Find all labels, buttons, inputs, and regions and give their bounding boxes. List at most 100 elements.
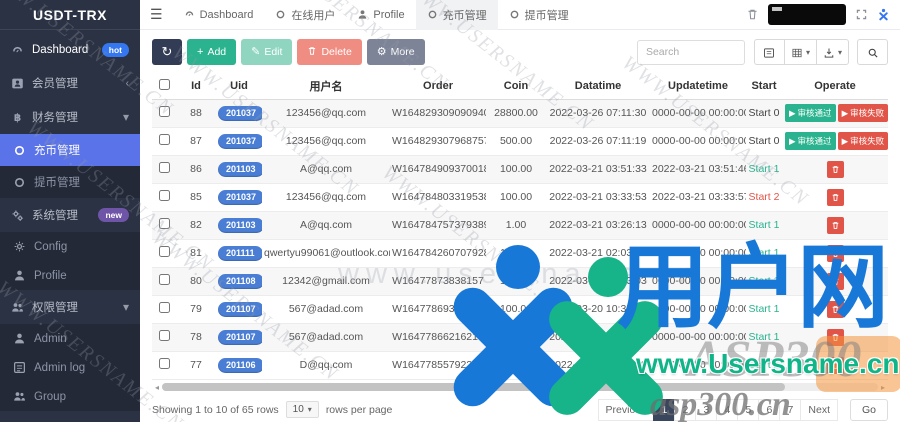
column-header[interactable]: Id: [176, 74, 216, 99]
row-checkbox[interactable]: [159, 274, 170, 285]
fullscreen-icon[interactable]: [855, 8, 868, 21]
export-button[interactable]: ▾: [816, 39, 849, 65]
page-4[interactable]: 4: [716, 399, 738, 421]
uid-badge[interactable]: 201103: [218, 162, 262, 177]
nav-tab-1[interactable]: 在线用户: [264, 0, 346, 30]
trash-icon[interactable]: [746, 8, 759, 21]
next-page[interactable]: Next: [800, 399, 838, 421]
nav-tab-0[interactable]: Dashboard: [173, 0, 265, 30]
delete-button[interactable]: Delete: [297, 39, 361, 65]
scrollbar-thumb[interactable]: [162, 383, 785, 391]
row-delete-button[interactable]: [827, 329, 844, 346]
fail-button[interactable]: ▶审核失败: [838, 104, 888, 122]
uid-badge[interactable]: 201037: [218, 190, 262, 205]
sidebar-item-4[interactable]: 提币管理: [0, 166, 140, 198]
more-button[interactable]: ⚙More: [367, 39, 425, 65]
coin-icon: ฿: [11, 111, 24, 124]
approve-button[interactable]: ▶审核通过: [785, 132, 836, 150]
sidebar-item-10[interactable]: Admin log: [0, 353, 140, 382]
column-header[interactable]: Datatime: [546, 74, 650, 99]
refresh-button[interactable]: ↻: [152, 39, 182, 65]
column-header[interactable]: 用户名: [262, 74, 390, 99]
previous-page[interactable]: Previous: [598, 399, 655, 421]
users-icon: [13, 390, 26, 403]
row-checkbox[interactable]: [159, 190, 170, 201]
nav-tab-2[interactable]: Profile: [346, 0, 415, 30]
circle-icon: [509, 9, 520, 20]
sidebar-item-7[interactable]: Profile: [0, 261, 140, 290]
nav-tab-3[interactable]: 充币管理: [416, 0, 498, 30]
sidebar-item-0[interactable]: Dashboardhot: [0, 34, 140, 66]
row-checkbox[interactable]: [159, 246, 170, 257]
select-all-checkbox[interactable]: [159, 79, 170, 90]
sidebar-item-5[interactable]: 系统管理new: [0, 198, 140, 232]
sidebar-item-6[interactable]: Config: [0, 232, 140, 261]
table-row: 87201037123456@qq.comW164829307968757550…: [152, 127, 888, 155]
start-cell: Start 1: [746, 239, 782, 267]
scroll-left-arrow[interactable]: ◂: [152, 383, 162, 392]
sidebar-item-11[interactable]: Group: [0, 382, 140, 411]
column-header[interactable]: Coin: [486, 74, 546, 99]
card-view-icon: [763, 46, 775, 58]
column-header[interactable]: Updatetime: [650, 74, 746, 99]
row-delete-button[interactable]: [827, 217, 844, 234]
page-7[interactable]: 7: [779, 399, 801, 421]
page-6[interactable]: 6: [758, 399, 780, 421]
row-checkbox[interactable]: [159, 302, 170, 313]
row-checkbox[interactable]: [159, 330, 170, 341]
column-header[interactable]: Start: [746, 74, 782, 99]
column-header[interactable]: Operate: [782, 74, 888, 99]
add-button[interactable]: +Add: [187, 39, 236, 65]
page-2[interactable]: 2: [674, 399, 696, 421]
uid-badge[interactable]: 201107: [218, 302, 262, 317]
column-header[interactable]: Uid: [216, 74, 262, 99]
column-header[interactable]: Order: [390, 74, 486, 99]
uid-badge[interactable]: 201108: [218, 274, 262, 289]
row-checkbox[interactable]: [159, 106, 170, 117]
search-input[interactable]: [637, 40, 745, 65]
hamburger-menu-icon[interactable]: ☰: [150, 6, 163, 23]
sidebar-item-1[interactable]: 会员管理‹: [0, 66, 140, 100]
uid-badge[interactable]: 201037: [218, 134, 262, 149]
page-1[interactable]: 1: [653, 399, 675, 421]
scroll-right-arrow[interactable]: ▸: [878, 383, 888, 392]
columns-button[interactable]: ▾: [784, 39, 817, 65]
row-checkbox[interactable]: [159, 162, 170, 173]
usersname-logo-icon[interactable]: [877, 8, 890, 21]
page-3[interactable]: 3: [695, 399, 717, 421]
approve-button[interactable]: ▶审核通过: [785, 104, 836, 122]
uid-badge[interactable]: 201037: [218, 106, 262, 121]
row-checkbox[interactable]: [159, 358, 170, 369]
row-delete-button[interactable]: [827, 245, 844, 262]
play-icon: ▶: [789, 108, 796, 119]
go-button[interactable]: Go: [850, 399, 888, 421]
row-checkbox[interactable]: [159, 218, 170, 229]
row-delete-button[interactable]: [827, 189, 844, 206]
uid-badge[interactable]: 201106: [218, 358, 262, 373]
search-button[interactable]: [857, 39, 888, 65]
uid-cell: 201107: [216, 295, 262, 323]
sidebar-item-9[interactable]: Admin: [0, 324, 140, 353]
row-delete-button[interactable]: [827, 357, 844, 374]
uid-badge[interactable]: 201111: [218, 246, 262, 261]
page-5[interactable]: 5: [737, 399, 759, 421]
card-view-button[interactable]: [754, 39, 785, 65]
row-delete-button[interactable]: [827, 273, 844, 290]
sidebar-item-3[interactable]: 充币管理: [0, 134, 140, 166]
row-delete-button[interactable]: [827, 301, 844, 318]
uid-badge[interactable]: 201103: [218, 218, 262, 233]
scrollbar-track[interactable]: [162, 383, 878, 391]
sidebar-item-label: 会员管理: [32, 75, 78, 91]
sidebar-item-8[interactable]: 权限管理▾: [0, 290, 140, 324]
uid-badge[interactable]: 201107: [218, 330, 262, 345]
page-size-dropdown[interactable]: 10▾: [286, 401, 319, 418]
id-cell: 82: [176, 211, 216, 239]
nav-tab-4[interactable]: 提币管理: [498, 0, 580, 30]
row-checkbox[interactable]: [159, 134, 170, 145]
trash-icon: [831, 361, 840, 370]
sidebar-item-2[interactable]: ฿财务管理▾: [0, 100, 140, 134]
dashboard-icon: [11, 44, 24, 57]
edit-button[interactable]: ✎Edit: [241, 39, 292, 65]
fail-button[interactable]: ▶审核失败: [838, 132, 888, 150]
row-delete-button[interactable]: [827, 161, 844, 178]
